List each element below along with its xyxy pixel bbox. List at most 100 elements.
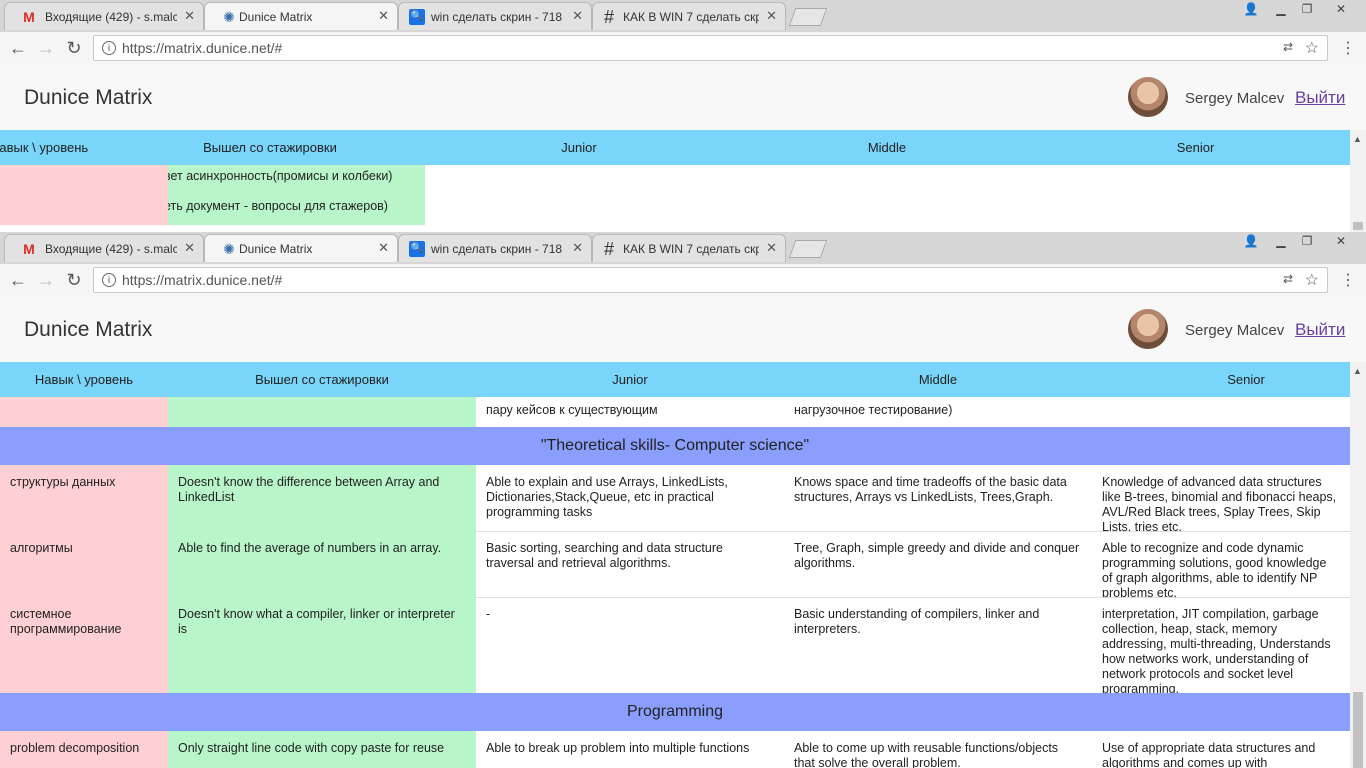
close-icon[interactable]: ✕ bbox=[378, 8, 389, 24]
forward-icon[interactable]: → bbox=[36, 38, 56, 58]
scrollbar[interactable]: ▲ bbox=[1350, 362, 1366, 768]
profile-icon[interactable]: 👤 bbox=[1238, 232, 1264, 250]
bookmark-star-icon[interactable]: ☆ bbox=[1305, 270, 1319, 290]
tab-label: Входящие (429) - s.malce bbox=[45, 10, 177, 24]
new-tab-button[interactable] bbox=[788, 8, 828, 26]
logout-link[interactable]: Выйти bbox=[1295, 88, 1345, 108]
table-header: Навык \ уровень Вышел со стажировки Juni… bbox=[0, 130, 1350, 165]
window-close-icon[interactable]: ✕ bbox=[1328, 0, 1354, 18]
restore-icon[interactable]: ❐ bbox=[1294, 0, 1320, 18]
scroll-up-icon[interactable]: ▲ bbox=[1353, 366, 1362, 376]
reload-icon[interactable]: ↻ bbox=[64, 270, 84, 290]
app-title: Dunice Matrix bbox=[24, 318, 153, 341]
scroll-up-icon[interactable]: ▲ bbox=[1353, 134, 1362, 144]
menu-icon[interactable]: ⋮ bbox=[1340, 270, 1356, 290]
app-title: Dunice Matrix bbox=[24, 86, 153, 109]
back-icon[interactable]: ← bbox=[8, 38, 28, 58]
avatar[interactable] bbox=[1128, 309, 1168, 349]
table-row: пару кейсов к существующим нагрузочное т… bbox=[0, 397, 1350, 428]
search-favicon-icon: 🔍 bbox=[409, 9, 425, 25]
column-header-skill: Навык \ уровень bbox=[0, 140, 89, 155]
close-icon[interactable]: ✕ bbox=[184, 240, 195, 256]
bookmark-star-icon[interactable]: ☆ bbox=[1305, 38, 1319, 58]
translate-icon[interactable]: ⇄ bbox=[1283, 40, 1293, 54]
profile-icon[interactable]: 👤 bbox=[1238, 0, 1264, 18]
column-header-junior: Junior bbox=[612, 372, 648, 387]
close-icon[interactable]: ✕ bbox=[572, 240, 583, 256]
cell-junior: - bbox=[486, 607, 491, 621]
tab-how-to[interactable]: # КАК В WIN 7 сделать скр ✕ bbox=[592, 2, 786, 30]
info-icon[interactable]: i bbox=[102, 273, 116, 287]
cell-skill: системное программирование bbox=[0, 597, 168, 693]
avatar[interactable] bbox=[1128, 77, 1168, 117]
scrollbar-thumb[interactable] bbox=[1353, 222, 1363, 230]
section-header: "Theoretical skills- Computer science" bbox=[0, 427, 1350, 465]
menu-icon[interactable]: ⋮ bbox=[1340, 38, 1356, 58]
app-header: Dunice Matrix Sergey Malcev Выйти bbox=[0, 296, 1366, 362]
gmail-icon: M bbox=[23, 241, 35, 257]
tab-search[interactable]: 🔍 win сделать скрин - 718 ✕ bbox=[398, 2, 592, 30]
cell-senior: Knowledge of advanced data structures li… bbox=[1102, 475, 1337, 531]
scrollbar-thumb[interactable] bbox=[1353, 692, 1363, 768]
cell-skill bbox=[0, 165, 168, 225]
restore-icon[interactable]: ❐ bbox=[1294, 232, 1320, 250]
close-icon[interactable]: ✕ bbox=[572, 8, 583, 24]
close-icon[interactable]: ✕ bbox=[766, 8, 777, 24]
url-text: https://matrix.dunice.net/# bbox=[122, 272, 283, 288]
column-header-middle: Middle bbox=[918, 372, 958, 387]
tab-gmail[interactable]: M Входящие (429) - s.malce ✕ bbox=[4, 234, 204, 262]
tab-label: win сделать скрин - 718 bbox=[431, 10, 563, 24]
hash-icon: # bbox=[603, 239, 614, 259]
column-header-intern: Вышел со стажировки bbox=[255, 372, 389, 387]
section-header: Programming bbox=[0, 693, 1350, 731]
tab-strip: M Входящие (429) - s.malce ✕ ✺ Dunice Ma… bbox=[0, 232, 1366, 264]
column-header-senior: Senior bbox=[1176, 140, 1215, 155]
tab-search[interactable]: 🔍 win сделать скрин - 718 ✕ bbox=[398, 234, 592, 262]
address-bar: ← → ↻ i https://matrix.dunice.net/# ⇄ ☆ … bbox=[0, 32, 1366, 65]
column-header-middle: Middle bbox=[867, 140, 907, 155]
close-icon[interactable]: ✕ bbox=[184, 8, 195, 24]
table-row: алгоритмы Able to find the average of nu… bbox=[0, 531, 1350, 598]
cell-junior: Able to explain and use Arrays, LinkedLi… bbox=[486, 475, 728, 519]
tab-dunice-matrix[interactable]: ✺ Dunice Matrix ✕ bbox=[204, 2, 398, 30]
react-icon: ✺ bbox=[223, 241, 235, 257]
minimize-icon[interactable]: ▁ bbox=[1268, 0, 1294, 18]
cell-intern: Only straight line code with copy paste … bbox=[168, 731, 476, 768]
back-icon[interactable]: ← bbox=[8, 270, 28, 290]
cell-middle: нагрузочное тестирование) bbox=[794, 403, 953, 417]
tab-label: КАК В WIN 7 сделать скр bbox=[623, 10, 759, 24]
cell-middle: Basic understanding of compilers, linker… bbox=[794, 607, 1040, 636]
url-text: https://matrix.dunice.net/# bbox=[122, 40, 283, 56]
cell-intern: вет асинхронность(промисы и колбеки) еть… bbox=[168, 165, 425, 225]
forward-icon[interactable]: → bbox=[36, 270, 56, 290]
tab-dunice-matrix[interactable]: ✺ Dunice Matrix ✕ bbox=[204, 234, 398, 262]
close-icon[interactable]: ✕ bbox=[766, 240, 777, 256]
url-field[interactable]: i https://matrix.dunice.net/# ⇄ ☆ bbox=[93, 267, 1328, 293]
scrollbar[interactable]: ▲ bbox=[1350, 130, 1366, 232]
cell-junior: Basic sorting, searching and data struct… bbox=[486, 541, 723, 570]
cell-junior: пару кейсов к существующим bbox=[486, 403, 658, 417]
gmail-icon: M bbox=[23, 9, 35, 25]
close-icon[interactable]: ✕ bbox=[378, 240, 389, 256]
cell-senior: Able to recognize and code dynamic progr… bbox=[1102, 541, 1327, 597]
new-tab-button[interactable] bbox=[788, 240, 828, 258]
tab-label: Dunice Matrix bbox=[239, 10, 313, 24]
url-field[interactable]: i https://matrix.dunice.net/# ⇄ ☆ bbox=[93, 35, 1328, 61]
column-header-intern: Вышел со стажировки bbox=[203, 140, 337, 155]
info-icon[interactable]: i bbox=[102, 41, 116, 55]
translate-icon[interactable]: ⇄ bbox=[1283, 272, 1293, 286]
minimize-icon[interactable]: ▁ bbox=[1268, 232, 1294, 250]
table-body: вет асинхронность(промисы и колбеки) еть… bbox=[0, 165, 1350, 225]
logout-link[interactable]: Выйти bbox=[1295, 320, 1345, 340]
column-header-senior: Senior bbox=[1227, 372, 1265, 387]
search-favicon-icon: 🔍 bbox=[409, 241, 425, 257]
tab-how-to[interactable]: # КАК В WIN 7 сделать скр ✕ bbox=[592, 234, 786, 262]
tab-label: Dunice Matrix bbox=[239, 242, 313, 256]
tab-label: win сделать скрин - 718 bbox=[431, 242, 563, 256]
reload-icon[interactable]: ↻ bbox=[64, 38, 84, 58]
tab-gmail[interactable]: M Входящие (429) - s.malce ✕ bbox=[4, 2, 204, 30]
window-close-icon[interactable]: ✕ bbox=[1328, 232, 1354, 250]
react-icon: ✺ bbox=[223, 9, 235, 25]
column-header-skill: Навык \ уровень bbox=[34, 372, 134, 387]
column-header-junior: Junior bbox=[561, 140, 597, 155]
